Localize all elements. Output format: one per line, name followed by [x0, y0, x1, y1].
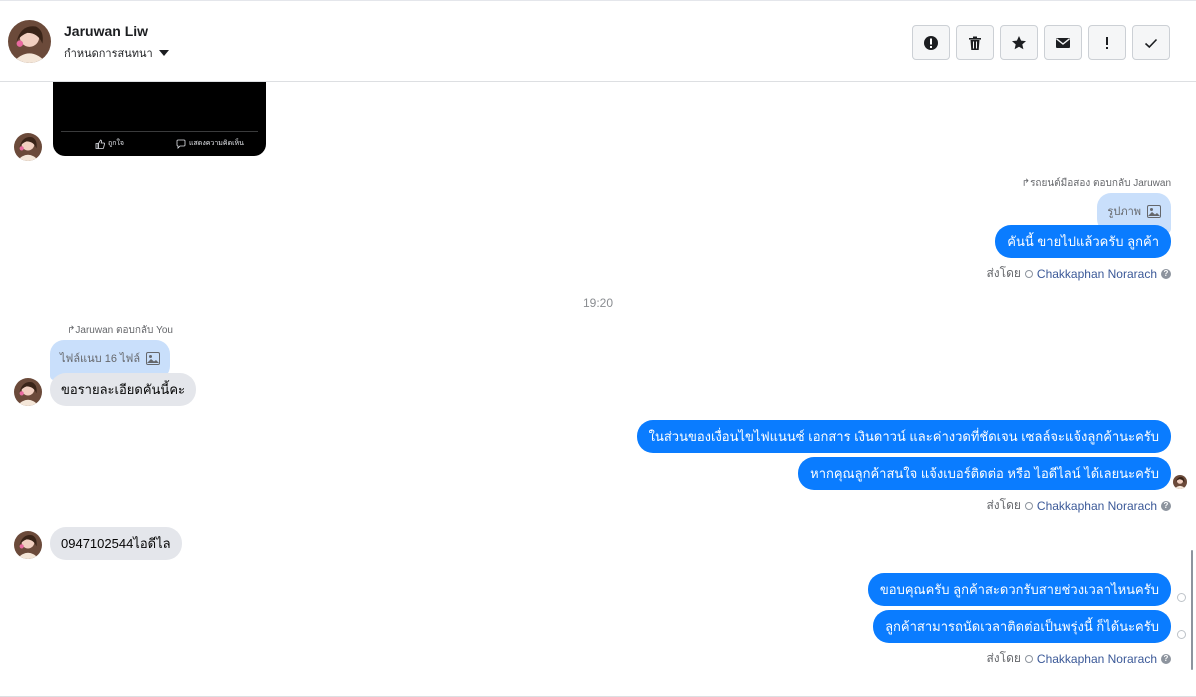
avatar-image [14, 531, 42, 559]
mark-spam-button[interactable] [912, 25, 950, 60]
sent-status-icon [1177, 630, 1186, 639]
mark-done-button[interactable] [1132, 25, 1170, 60]
star-icon [1012, 35, 1026, 49]
check-circle-icon [1024, 654, 1033, 663]
sent-by-line: ส่งโดย Chakkaphan Norarach ? [986, 496, 1171, 515]
sent-by-label: ส่งโดย [986, 651, 1021, 665]
help-icon[interactable]: ? [1161, 268, 1171, 279]
comment-action: แสดงความคิดเห็น [176, 138, 244, 149]
quoted-text: ไฟล์แนบ 16 ไฟล์ [60, 353, 141, 365]
incoming-message[interactable]: ขอรายละเอียดคันนี้คะ [50, 373, 197, 406]
follow-up-button[interactable] [1088, 25, 1126, 60]
outgoing-message[interactable]: หากคุณลูกค้าสนใจ แจ้งเบอร์ติดต่อ หรือ ไอ… [798, 457, 1171, 490]
seen-avatar [1173, 475, 1187, 489]
scrollbar-thumb[interactable] [1191, 550, 1193, 670]
contact-avatar-small [14, 531, 42, 559]
exclamation-icon [1106, 36, 1108, 49]
check-icon [1144, 38, 1158, 48]
contact-avatar-small [14, 133, 42, 161]
agent-name-link[interactable]: Chakkaphan Norarach [1037, 267, 1157, 281]
avatar-image [14, 378, 42, 406]
like-action: ถูกใจ [95, 138, 124, 149]
assign-label: กำหนดการสนทนา [64, 48, 153, 60]
avatar-image [1173, 475, 1187, 489]
agent-name-link[interactable]: Chakkaphan Norarach [1037, 499, 1157, 513]
sent-by-label: ส่งโดย [986, 266, 1021, 280]
assign-conversation-dropdown[interactable]: กำหนดการสนทนา [64, 44, 169, 62]
envelope-icon [1056, 37, 1070, 48]
sent-status-icon [1177, 593, 1186, 602]
shared-post-card[interactable]: ถูกใจ แสดงความคิดเห็น [53, 82, 266, 156]
reply-context-label: ↱รถยนต์มือสอง ตอบกลับ Jaruwan [1021, 178, 1171, 189]
contact-avatar-small [14, 378, 42, 406]
message-thread[interactable]: ถูกใจ แสดงความคิดเห็น ↱รถยนต์มือสอง ตอบก… [0, 82, 1196, 697]
outgoing-message[interactable]: ในส่วนของเงื่อนไขไฟแนนซ์ เอกสาร เงินดาวน… [636, 420, 1171, 453]
outgoing-message[interactable]: ขอบคุณครับ ลูกค้าสะดวกรับสายช่วงเวลาไหนค… [867, 573, 1171, 606]
header-toolbar [912, 25, 1170, 60]
sent-by-line: ส่งโดย Chakkaphan Norarach ? [986, 649, 1171, 668]
help-icon[interactable]: ? [1161, 500, 1171, 511]
conversation-header: Jaruwan Liw กำหนดการสนทนา [0, 0, 1196, 82]
reply-context-label: ↱Jaruwan ตอบกลับ You [67, 325, 173, 336]
contact-avatar[interactable] [8, 20, 51, 63]
reply-arrow-icon: ↱ [1021, 178, 1031, 189]
help-icon[interactable]: ? [1161, 653, 1171, 664]
quoted-text: รูปภาพ [1107, 206, 1141, 218]
check-circle-icon [1024, 269, 1033, 278]
delete-button[interactable] [956, 25, 994, 60]
check-circle-icon [1024, 501, 1033, 510]
incoming-message[interactable]: 0947102544ไอดีไล [50, 527, 182, 560]
sent-by-label: ส่งโดย [986, 498, 1021, 512]
agent-name-link[interactable]: Chakkaphan Norarach [1037, 652, 1157, 666]
sent-by-line: ส่งโดย Chakkaphan Norarach ? [986, 264, 1171, 283]
like-label: ถูกใจ [108, 140, 124, 147]
star-button[interactable] [1000, 25, 1038, 60]
outgoing-message[interactable]: คันนี้ ขายไปแล้วครับ ลูกค้า [995, 225, 1171, 258]
contact-name: Jaruwan Liw [64, 23, 149, 39]
mark-unread-button[interactable] [1044, 25, 1082, 60]
comment-icon [176, 139, 186, 149]
comment-label: แสดงความคิดเห็น [189, 140, 244, 147]
image-icon [146, 351, 161, 365]
card-divider [61, 131, 258, 132]
avatar-image [14, 133, 42, 161]
caret-down-icon [158, 50, 169, 56]
avatar-image [8, 20, 51, 63]
image-icon [1147, 204, 1161, 218]
alert-circle-icon [924, 35, 938, 50]
thumbs-up-icon [95, 139, 105, 149]
outgoing-message[interactable]: ลูกค้าสามารถนัดเวลาติดต่อเป็นพรุ่งนี้ ก็… [873, 610, 1171, 643]
trash-icon [969, 36, 981, 50]
time-divider: 19:20 [582, 296, 614, 310]
